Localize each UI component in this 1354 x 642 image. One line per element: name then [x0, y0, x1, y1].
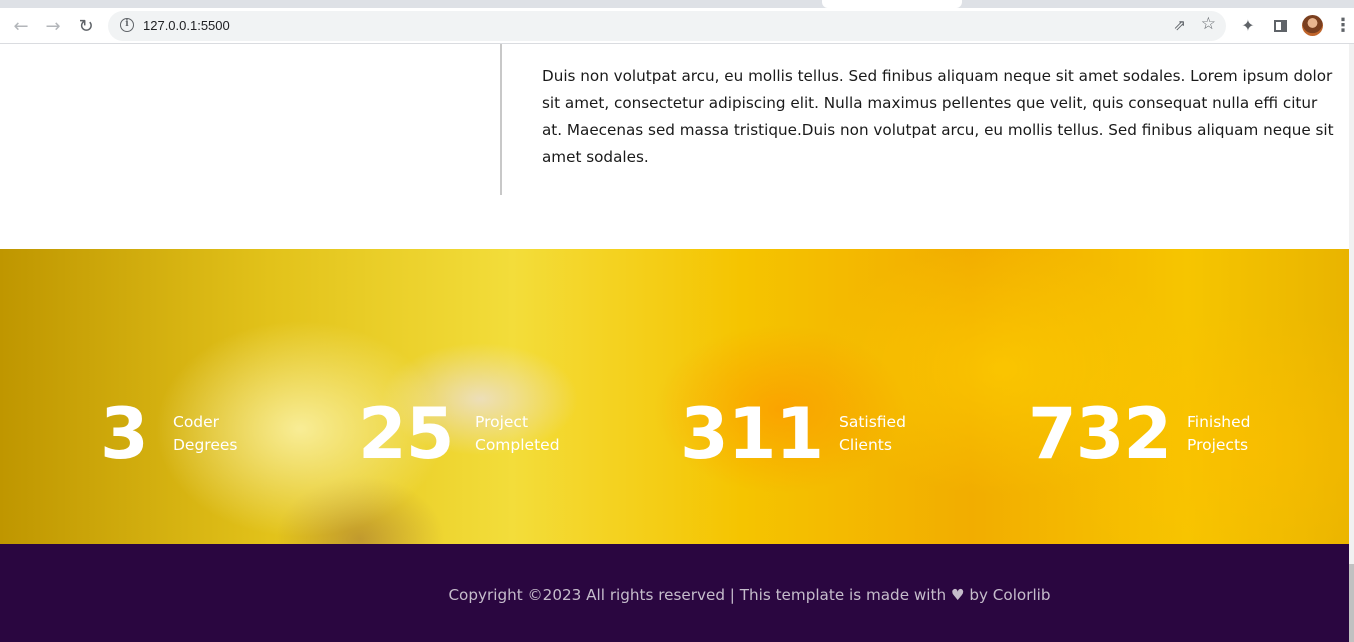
arrow-right-icon[interactable]: →	[42, 16, 64, 38]
counter-label: Satisfied Clients	[839, 411, 949, 457]
puzzle-icon[interactable]: ✦	[1238, 16, 1258, 36]
counter-label-line: Completed	[475, 436, 560, 454]
star-icon[interactable]: ☆	[1201, 14, 1216, 34]
copyright-text: Copyright ©2023 All rights reserved | Th…	[448, 586, 1051, 604]
active-tab[interactable]	[822, 0, 962, 8]
info-icon[interactable]: i	[120, 18, 134, 32]
site-footer: Copyright ©2023 All rights reserved | Th…	[0, 544, 1349, 642]
counter-label: Project Completed	[475, 411, 585, 457]
arrow-left-icon[interactable]: ←	[10, 16, 32, 38]
about-section: Duis non volutpat arcu, eu mollis tellus…	[0, 44, 1349, 249]
page-viewport: Duis non volutpat arcu, eu mollis tellus…	[0, 44, 1354, 642]
counter-label-line: Satisfied	[839, 413, 906, 431]
counter-label-line: Degrees	[173, 436, 238, 454]
avatar[interactable]	[1302, 15, 1323, 36]
counter-label-line: Project	[475, 413, 529, 431]
kebab-menu-icon[interactable]: ⋮	[1334, 14, 1352, 38]
about-paragraph: Duis non volutpat arcu, eu mollis tellus…	[542, 67, 1334, 166]
counter-number: 3	[100, 393, 149, 475]
counter-label-line: Clients	[839, 436, 892, 454]
counter-label: Coder Degrees	[173, 411, 283, 457]
url-text[interactable]: 127.0.0.1:5500	[143, 18, 230, 33]
browser-toolbar: ← → ↻ i 127.0.0.1:5500 ⇗ ☆ ✦ ⋮	[0, 8, 1354, 44]
counter-number: 25	[358, 393, 454, 475]
tab-strip	[0, 0, 1354, 8]
counter-label-line: Coder	[173, 413, 220, 431]
counter-label: Finished Projects	[1187, 411, 1297, 457]
counter-number: 732	[1028, 393, 1172, 475]
counter-label-line: Finished	[1187, 413, 1251, 431]
scrollbar-thumb[interactable]	[1349, 564, 1354, 642]
counter-section: 3 Coder Degrees 25 Project Completed 311…	[0, 249, 1349, 544]
share-icon[interactable]: ⇗	[1173, 16, 1186, 34]
vertical-divider	[500, 44, 502, 195]
reload-icon[interactable]: ↻	[75, 16, 97, 38]
counter-label-line: Projects	[1187, 436, 1249, 454]
counter-number: 311	[680, 393, 824, 475]
page-scrollbar[interactable]	[1349, 44, 1354, 642]
side-panel-icon[interactable]	[1270, 16, 1290, 36]
address-bar[interactable]: i 127.0.0.1:5500 ⇗ ☆	[108, 11, 1226, 41]
